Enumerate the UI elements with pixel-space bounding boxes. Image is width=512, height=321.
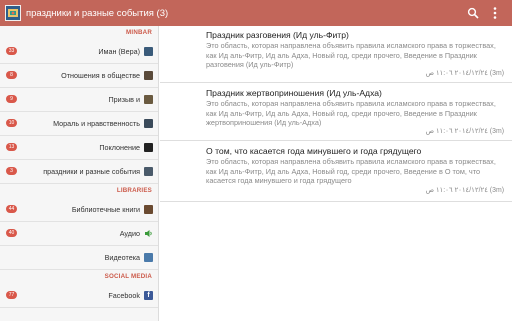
sidebar-item-dawah[interactable]: 9 Призыв и <box>0 88 158 112</box>
sidebar-item-society[interactable]: 8 Отношения в обществе <box>0 64 158 88</box>
sidebar-item-label: Призыв и <box>108 95 140 104</box>
sidebar-item-holidays[interactable]: 3 праздники и разные события <box>0 160 158 184</box>
count-badge: 3 <box>6 167 17 175</box>
article-date: ٢٠١٤/١٢/٢٤ ١١:٠٦ ص (3m) <box>425 128 504 135</box>
navigation-drawer: MINBAR 33 Иман (Вера) 8 Отношения в обще… <box>0 26 159 321</box>
count-badge: 40 <box>6 229 17 237</box>
page-title: праздники и разные события (3) <box>26 7 169 19</box>
article-excerpt: Это область, которая направлена объявить… <box>206 157 496 185</box>
mosque-icon <box>144 95 153 104</box>
app-bar: праздники и разные события (3) <box>0 0 512 26</box>
count-badge: 44 <box>6 205 17 213</box>
count-badge: 33 <box>6 47 17 55</box>
speaker-icon <box>145 230 152 237</box>
count-badge: 10 <box>6 119 17 127</box>
list-item[interactable]: Праздник разговения (Ид уль-Фитр) Это об… <box>160 26 512 83</box>
section-header-libraries: LIBRARIES <box>116 187 152 194</box>
overflow-menu-button[interactable] <box>484 2 506 24</box>
count-badge: 13 <box>6 143 17 151</box>
article-list: Праздник разговения (Ид уль-Фитр) Это об… <box>160 26 512 321</box>
sidebar-item-worship[interactable]: 13 Поклонение <box>0 136 158 160</box>
search-button[interactable] <box>462 2 484 24</box>
article-title: Праздник разговения (Ид уль-Фитр) <box>206 30 349 40</box>
sidebar-item-label: Поклонение <box>99 143 140 152</box>
article-date: ٢٠١٤/١٢/٢٤ ١١:٠٦ ص (3m) <box>425 187 504 194</box>
books-icon <box>144 205 153 214</box>
count-badge: 77 <box>6 291 17 299</box>
book-icon <box>144 47 153 56</box>
sidebar-item-label: Отношения в обществе <box>61 71 140 80</box>
sidebar-item-label: Видеотека <box>104 253 140 262</box>
section-header-minbar: MINBAR <box>126 29 152 36</box>
section-header-social-media: SOCIAL MEDIA <box>104 273 152 280</box>
facebook-icon: f <box>144 291 153 300</box>
people-icon <box>144 71 153 80</box>
sidebar-item-facebook[interactable]: 77 Facebook f <box>0 284 158 308</box>
sidebar-item-label: Facebook <box>108 291 140 300</box>
article-excerpt: Это область, которая направлена объявить… <box>206 99 496 127</box>
kaaba-icon <box>144 143 153 152</box>
list-item[interactable]: О том, что касается года минувшего и год… <box>160 141 512 202</box>
sidebar-item-iman[interactable]: 33 Иман (Вера) <box>0 40 158 64</box>
sidebar-item-label: Аудио <box>119 229 140 238</box>
article-title: О том, что касается года минувшего и год… <box>206 146 422 156</box>
article-date: ٢٠١٤/١٢/٢٤ ١١:٠٦ ص (3m) <box>425 70 504 77</box>
video-icon <box>144 253 153 262</box>
more-vertical-icon <box>493 7 497 19</box>
flag-icon <box>144 119 153 128</box>
sidebar-item-label: праздники и разные события <box>43 167 140 176</box>
count-badge: 9 <box>6 95 17 103</box>
article-title: Праздник жертвоприношения (Ид уль-Адха) <box>206 88 382 98</box>
sidebar-item-library-books[interactable]: 44 Библиотечные книги <box>0 198 158 222</box>
article-excerpt: Это область, которая направлена объявить… <box>206 41 496 69</box>
sidebar-item-video[interactable]: Видеотека <box>0 246 158 270</box>
sidebar-item-audio[interactable]: 40 Аудио <box>0 222 158 246</box>
sidebar-item-morality[interactable]: 10 Мораль и нравственность <box>0 112 158 136</box>
search-icon <box>467 7 479 19</box>
count-badge: 8 <box>6 71 17 79</box>
list-item[interactable]: Праздник жертвоприношения (Ид уль-Адха) … <box>160 83 512 141</box>
app-logo-icon[interactable] <box>5 5 21 21</box>
sidebar-item-label: Библиотечные книги <box>71 205 140 214</box>
sidebar-item-label: Мораль и нравственность <box>53 119 140 128</box>
celebration-icon <box>144 167 153 176</box>
sidebar-item-label: Иман (Вера) <box>98 47 140 56</box>
